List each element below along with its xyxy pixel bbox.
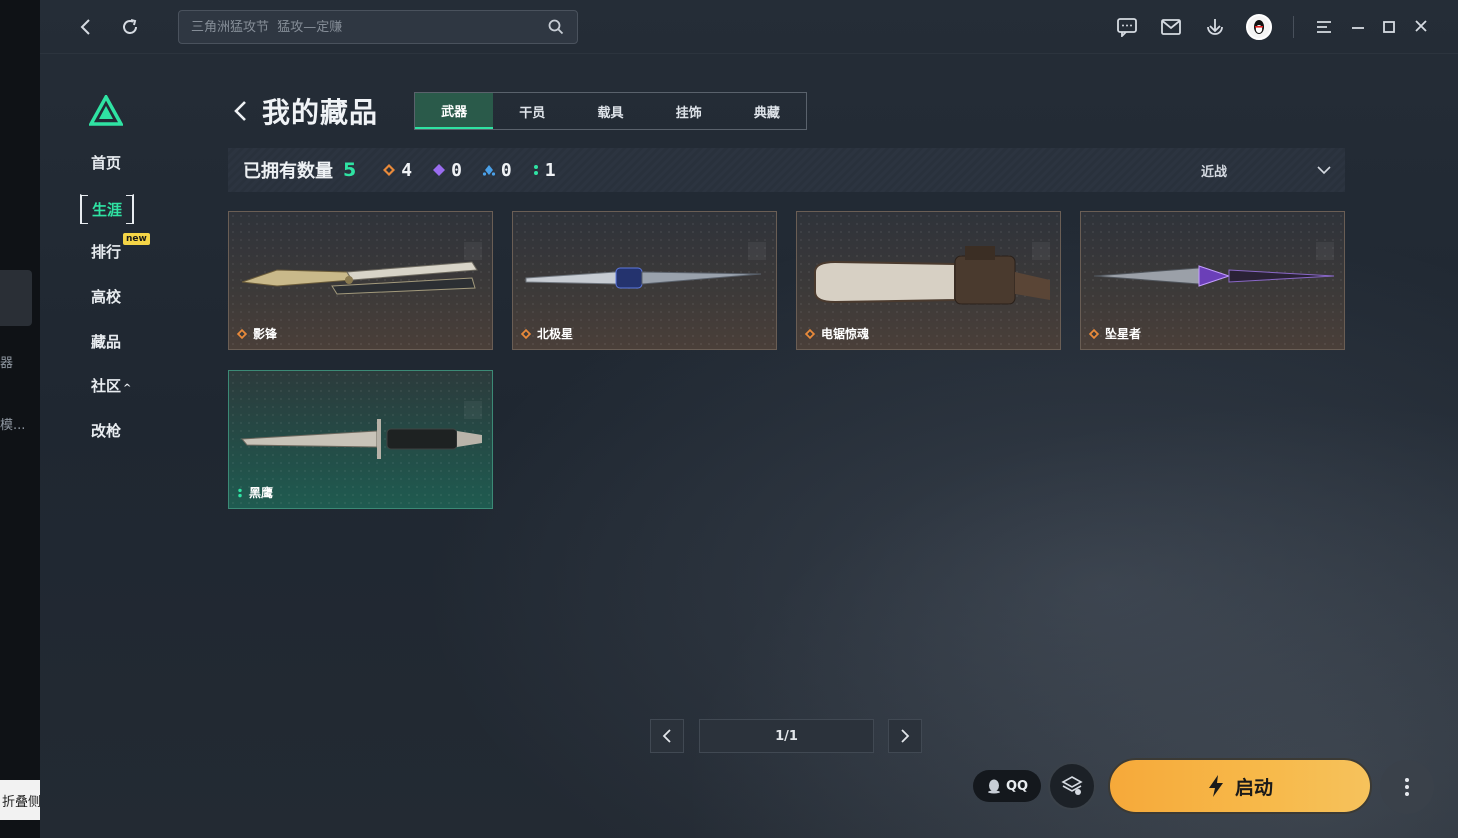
collection-card[interactable]: 电锯惊魂 xyxy=(796,211,1061,350)
back-chevron-icon[interactable] xyxy=(230,97,252,125)
card-name-label: 黑鹰 xyxy=(249,486,274,500)
game-logo-icon[interactable] xyxy=(89,95,123,127)
card-name: 黑鹰 xyxy=(236,484,273,501)
dagger-image xyxy=(525,267,762,289)
collection-card[interactable]: 影锋 xyxy=(228,211,493,350)
green-rarity-icon xyxy=(238,488,242,497)
search-icon[interactable] xyxy=(547,18,565,36)
layers-icon xyxy=(1061,776,1083,795)
gold-rarity-icon xyxy=(804,328,816,339)
card-name-label: 电锯惊魂 xyxy=(821,327,870,341)
owned-count-total: 5 xyxy=(343,159,357,181)
category-tabs: 武器 干员 载具 挂饰 典藏 xyxy=(414,92,807,130)
nav-item-career[interactable]: 生涯 xyxy=(80,194,135,224)
category-filter-dropdown[interactable]: 近战 xyxy=(1201,148,1331,192)
category-filter-value: 近战 xyxy=(1201,164,1228,180)
minimize-icon[interactable] xyxy=(1344,13,1372,41)
green-rarity-icon xyxy=(533,165,538,175)
purple-dagger-image xyxy=(1093,265,1335,287)
qq-penguin-icon xyxy=(1254,20,1264,34)
collection-card[interactable]: 黑鹰 xyxy=(228,370,493,509)
card-name-label: 影锋 xyxy=(253,327,278,341)
green-count: 1 xyxy=(532,160,556,181)
nav-item-home[interactable]: 首页 xyxy=(91,152,121,173)
collection-card[interactable]: 坠星者 xyxy=(1080,211,1345,350)
nav-item-community[interactable]: 社区 ^ xyxy=(91,375,131,396)
top-bar xyxy=(40,0,1458,54)
card-name-label: 北极星 xyxy=(537,327,574,341)
gold-rarity-icon xyxy=(236,328,248,339)
mail-icon[interactable] xyxy=(1157,13,1185,41)
gold-rarity-icon xyxy=(520,328,532,339)
purple-count-value: 0 xyxy=(451,159,462,181)
tab-operators[interactable]: 干员 xyxy=(493,93,571,129)
gold-count: 4 xyxy=(382,160,412,181)
card-name: 北极星 xyxy=(520,325,573,342)
tab-charms[interactable]: 挂饰 xyxy=(650,93,728,129)
qq-penguin-icon xyxy=(987,779,1000,794)
main-panel: 首页 生涯 排行 new 高校 藏品 社区^ 改枪 我的藏品 武器 干员 载具 … xyxy=(40,0,1458,838)
nav-item-college[interactable]: 高校 xyxy=(91,286,121,307)
gold-rarity-icon xyxy=(1088,328,1100,339)
green-count-value: 1 xyxy=(544,159,556,181)
avatar[interactable] xyxy=(1246,14,1272,40)
download-icon[interactable] xyxy=(1201,13,1229,41)
launch-label: 启动 xyxy=(1234,776,1273,799)
menu-icon[interactable] xyxy=(1310,13,1338,41)
card-name-label: 坠星者 xyxy=(1105,327,1142,341)
outer-sidebar-text: 模... xyxy=(0,418,26,433)
more-options-button[interactable] xyxy=(1380,760,1434,814)
tab-archive[interactable]: 典藏 xyxy=(728,93,806,129)
chat-icon[interactable] xyxy=(1113,13,1141,41)
chevron-up-icon: ^ xyxy=(123,383,132,394)
outer-sidebar-active-item[interactable] xyxy=(0,270,32,326)
outer-sidebar-text: 器 xyxy=(0,356,14,371)
card-name: 坠星者 xyxy=(1088,325,1141,342)
chevron-left-icon xyxy=(662,729,671,743)
close-icon[interactable] xyxy=(1407,12,1435,40)
lightning-icon xyxy=(1208,775,1223,797)
chevron-down-icon xyxy=(1317,166,1331,175)
combat-knife-image xyxy=(240,419,482,459)
blue-rarity-icon xyxy=(482,165,496,176)
search-input[interactable] xyxy=(191,19,547,35)
back-icon[interactable] xyxy=(72,13,100,41)
card-name: 影锋 xyxy=(236,325,277,342)
prev-page-button[interactable] xyxy=(650,719,684,753)
page-header: 我的藏品 xyxy=(230,92,378,130)
purple-count: 0 xyxy=(432,160,462,181)
tab-weapons[interactable]: 武器 xyxy=(415,93,494,129)
more-vertical-icon xyxy=(1405,778,1409,796)
topbar-divider xyxy=(1293,16,1294,38)
page-indicator: 1/1 xyxy=(699,719,874,753)
purple-rarity-icon xyxy=(433,164,446,176)
card-name: 电锯惊魂 xyxy=(804,325,869,342)
owned-stats-bar: 已拥有数量 5 4 0 0 1 近战 xyxy=(228,148,1345,192)
launch-button[interactable]: 启动 xyxy=(1108,758,1372,814)
refresh-icon[interactable] xyxy=(116,13,144,41)
gold-count-value: 4 xyxy=(401,159,413,181)
next-page-button[interactable] xyxy=(888,719,922,753)
gold-rarity-icon xyxy=(383,164,396,176)
owned-count-label: 已拥有数量 xyxy=(243,161,333,182)
nav-item-ranking[interactable]: 排行 xyxy=(91,241,121,262)
new-badge: new xyxy=(123,233,150,245)
chainsaw-image xyxy=(814,246,1050,305)
outer-sidebar: 器 模... xyxy=(0,0,40,838)
tab-vehicles[interactable]: 载具 xyxy=(571,93,649,129)
maximize-icon[interactable] xyxy=(1375,13,1403,41)
qq-label: QQ xyxy=(1005,778,1029,794)
blue-count-value: 0 xyxy=(500,159,512,181)
game-layers-button[interactable] xyxy=(1048,762,1096,810)
nav-item-community-label: 社区 xyxy=(91,377,122,395)
page-title: 我的藏品 xyxy=(262,96,379,129)
search-box[interactable] xyxy=(178,10,578,44)
nav-item-collection[interactable]: 藏品 xyxy=(91,331,121,352)
collection-card[interactable]: 北极星 xyxy=(512,211,777,350)
chevron-right-icon xyxy=(901,729,910,743)
butterfly-knife-image xyxy=(241,261,478,295)
nav-item-gun-mod[interactable]: 改枪 xyxy=(91,420,121,441)
blue-count: 0 xyxy=(482,160,512,181)
qq-login-badge[interactable]: QQ xyxy=(973,770,1041,802)
